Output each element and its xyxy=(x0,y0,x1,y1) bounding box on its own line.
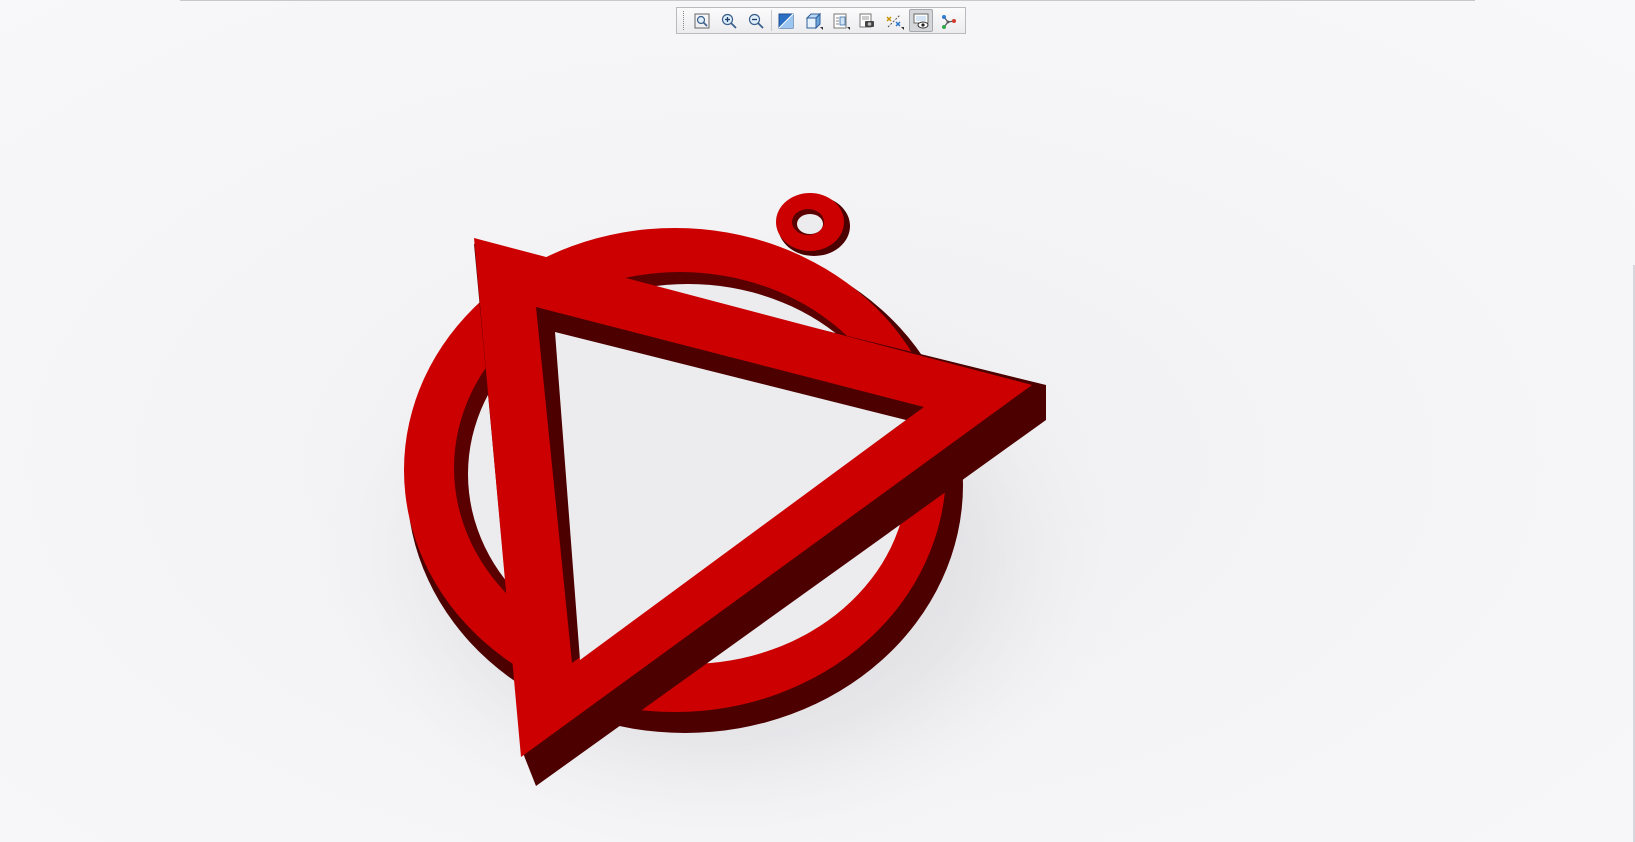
screenshot-icon xyxy=(859,13,874,27)
shading-button[interactable] xyxy=(774,9,798,32)
view-list-dropdown-arrow[interactable] xyxy=(847,27,850,30)
pendant-model[interactable] xyxy=(0,0,1635,842)
view-toolbar xyxy=(676,7,966,34)
3d-viewport[interactable] xyxy=(0,0,1635,842)
toolbar-separator xyxy=(771,10,772,31)
zoom-in-button[interactable] xyxy=(717,9,741,32)
axis-display-dropdown-arrow[interactable] xyxy=(901,27,904,30)
view-list-icon xyxy=(833,13,847,28)
screenshot-button[interactable] xyxy=(855,9,879,32)
zoom-fit-button[interactable] xyxy=(690,9,714,32)
shading-icon xyxy=(778,13,794,28)
axis-display-icon xyxy=(886,14,901,27)
view-cube-icon xyxy=(805,12,821,29)
zoom-in-icon xyxy=(721,13,737,29)
zoom-out-icon xyxy=(748,13,764,29)
axis-display-button[interactable] xyxy=(882,9,906,32)
structure-tree-icon xyxy=(942,14,956,29)
visibility-button[interactable] xyxy=(909,9,933,32)
toolbar-grip[interactable] xyxy=(683,11,686,30)
structure-tree-button[interactable] xyxy=(936,9,960,32)
view-list-button[interactable] xyxy=(828,9,852,32)
visibility-icon xyxy=(913,13,929,28)
bail-hole xyxy=(797,214,823,234)
zoom-out-button[interactable] xyxy=(744,9,768,32)
view-cube-dropdown-arrow[interactable] xyxy=(820,27,823,30)
zoom-fit-icon xyxy=(694,13,710,28)
view-cube-button[interactable] xyxy=(801,9,825,32)
